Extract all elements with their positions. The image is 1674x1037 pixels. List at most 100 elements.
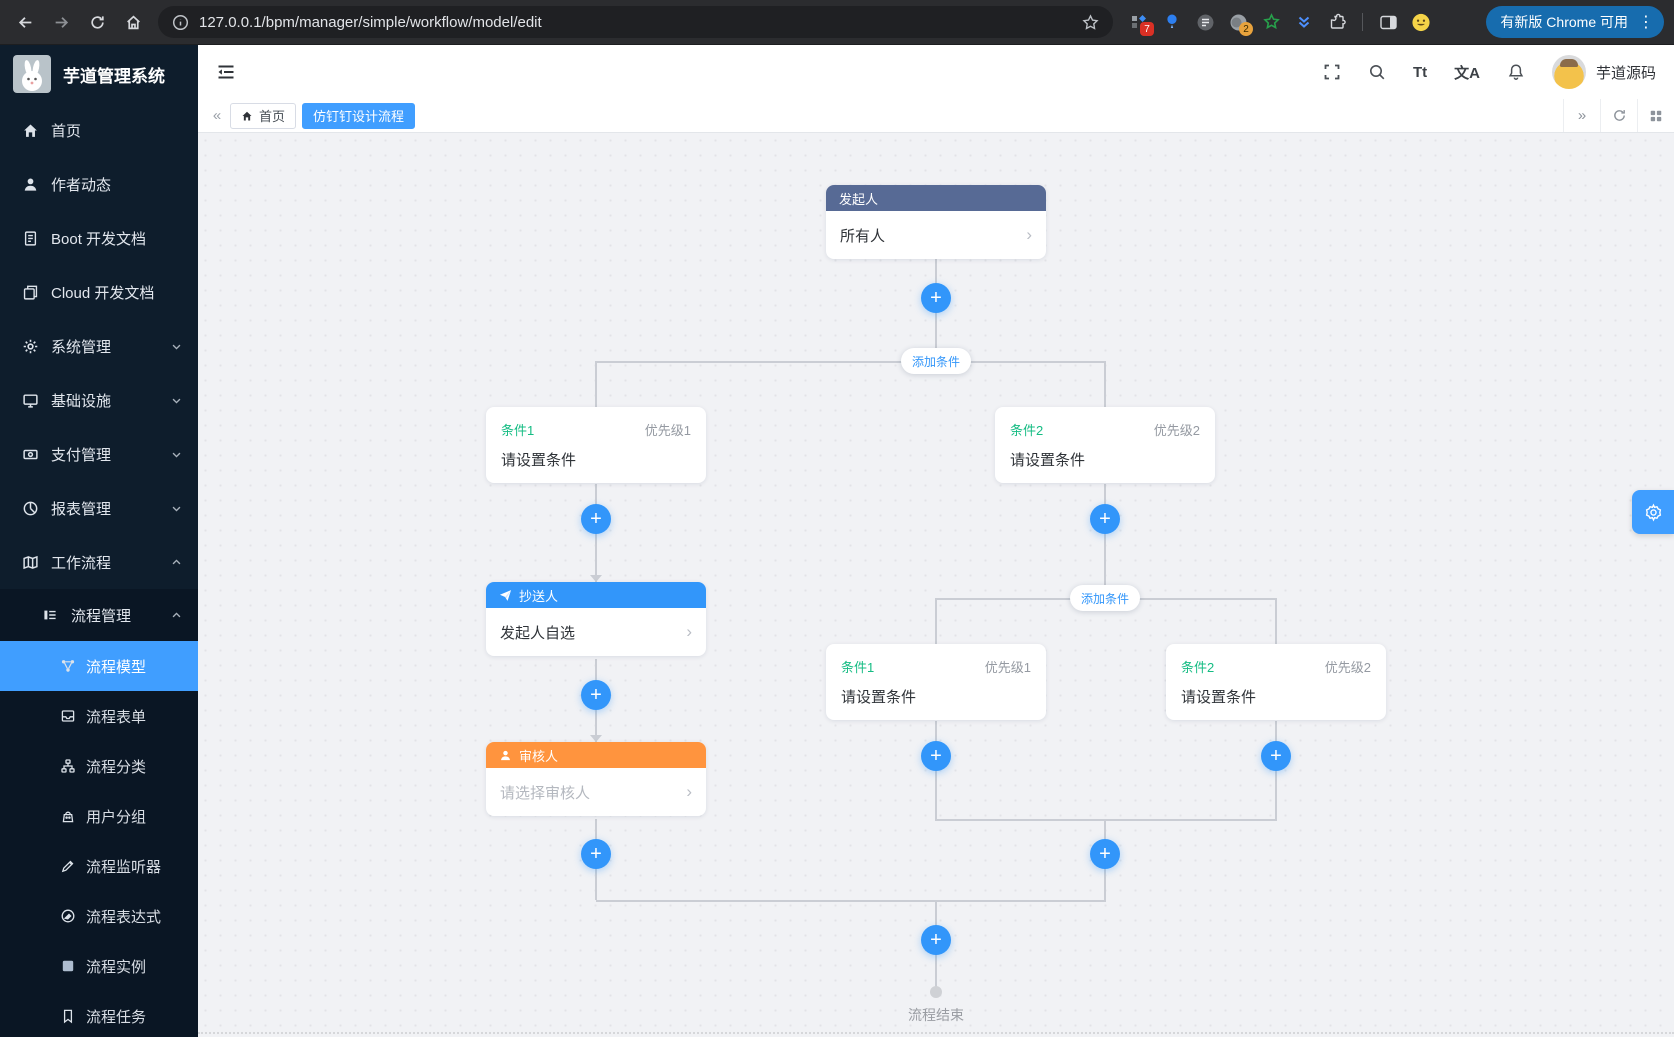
cc-node[interactable]: 抄送人 发起人自选 › xyxy=(486,582,706,656)
condition-priority: 优先级1 xyxy=(985,657,1031,676)
app-logo-row[interactable]: 芋道管理系统 xyxy=(0,45,198,103)
sidebar-item-process-instance[interactable]: 流程实例 xyxy=(0,941,198,991)
condition-content: 请设置条件 xyxy=(501,449,691,470)
add-node-button[interactable]: + xyxy=(1090,839,1120,869)
sidebar-item-home[interactable]: 首页 xyxy=(0,103,198,157)
condition-priority: 优先级2 xyxy=(1154,420,1200,439)
sidebar-item-process-category[interactable]: 流程分类 xyxy=(0,741,198,791)
tab-workflow-designer[interactable]: 仿钉钉设计流程 xyxy=(302,103,415,129)
chart-pie-icon xyxy=(22,500,39,517)
list-icon xyxy=(42,607,59,624)
browser-back-icon[interactable] xyxy=(8,5,42,39)
sidebar-item-payment[interactable]: 支付管理 xyxy=(0,427,198,481)
extension-icon-star[interactable] xyxy=(1261,12,1281,32)
app-logo xyxy=(13,55,51,93)
sidebar-item-user-group[interactable]: 用户分组 xyxy=(0,791,198,841)
extensions-puzzle-icon[interactable] xyxy=(1327,12,1347,32)
profile-avatar-icon[interactable] xyxy=(1411,12,1431,32)
extension-icon-balloon[interactable] xyxy=(1162,12,1182,32)
username: 芋道源码 xyxy=(1596,62,1656,83)
sidebar-item-process-task[interactable]: 流程任务 xyxy=(0,991,198,1037)
sidebar-item-process-model[interactable]: 流程模型 xyxy=(0,641,198,691)
tabs-scroll-left-icon[interactable]: « xyxy=(204,107,230,124)
extension-icon-1[interactable]: 7 xyxy=(1129,12,1149,32)
side-panel-icon[interactable] xyxy=(1378,12,1398,32)
condition-node-2[interactable]: 条件2 优先级2 请设置条件 xyxy=(995,407,1215,483)
browser-refresh-icon[interactable] xyxy=(80,5,114,39)
extension-icon-chevrons[interactable] xyxy=(1294,12,1314,32)
bookmark-star-icon[interactable] xyxy=(1082,14,1099,31)
end-node-label: 流程结束 xyxy=(836,1005,1036,1025)
add-node-button[interactable]: + xyxy=(581,680,611,710)
sidebar-item-boot-docs[interactable]: Boot 开发文档 xyxy=(0,211,198,265)
user-icon xyxy=(499,749,512,762)
sidebar-item-process-form[interactable]: 流程表单 xyxy=(0,691,198,741)
documents-icon xyxy=(22,284,39,301)
add-condition-button[interactable]: 添加条件 xyxy=(1070,585,1140,611)
app-header: Tt 文A 芋道源码 xyxy=(198,45,1674,99)
approver-node[interactable]: 审核人 请选择审核人 › xyxy=(486,742,706,816)
sidebar-item-report[interactable]: 报表管理 xyxy=(0,481,198,535)
tabs-scroll-right-icon[interactable]: » xyxy=(1563,99,1600,132)
payment-icon xyxy=(22,446,39,463)
extension-icon-2[interactable]: 2 xyxy=(1228,12,1248,32)
site-info-icon[interactable] xyxy=(172,14,189,31)
language-icon[interactable]: 文A xyxy=(1454,62,1480,83)
connector-line xyxy=(595,361,597,407)
start-node-content: 所有人 xyxy=(840,225,885,246)
sidebar-item-infra[interactable]: 基础设施 xyxy=(0,373,198,427)
chevron-down-icon xyxy=(171,503,182,514)
tab-home[interactable]: 首页 xyxy=(230,103,296,129)
font-size-icon[interactable]: Tt xyxy=(1413,64,1427,81)
chevron-right-icon: › xyxy=(686,622,692,642)
browser-home-icon[interactable] xyxy=(116,5,150,39)
refresh-page-icon[interactable] xyxy=(1600,99,1637,132)
nested-condition-node-1[interactable]: 条件1 优先级1 请设置条件 xyxy=(826,644,1046,720)
user-menu[interactable]: 芋道源码 xyxy=(1552,55,1656,89)
browser-menu-kebab-icon[interactable]: ⋮ xyxy=(1638,12,1654,32)
add-condition-button[interactable]: 添加条件 xyxy=(901,348,971,374)
branch-merge-line xyxy=(935,819,1277,821)
canvas-settings-button[interactable] xyxy=(1632,490,1674,534)
condition-content: 请设置条件 xyxy=(1181,686,1371,707)
add-node-button[interactable]: + xyxy=(921,741,951,771)
condition-node-1[interactable]: 条件1 优先级1 请设置条件 xyxy=(486,407,706,483)
add-node-button[interactable]: + xyxy=(1090,504,1120,534)
extension-badge: 7 xyxy=(1140,22,1154,36)
add-node-button[interactable]: + xyxy=(1261,741,1291,771)
sidebar-item-process-mgmt[interactable]: 流程管理 xyxy=(0,589,198,641)
add-node-button[interactable]: + xyxy=(921,925,951,955)
condition-content: 请设置条件 xyxy=(841,686,1031,707)
browser-chrome: 127.0.0.1/bpm/manager/simple/workflow/mo… xyxy=(0,0,1674,45)
layout-grid-icon[interactable] xyxy=(1637,99,1674,132)
browser-extensions-area: 7 2 xyxy=(1129,12,1431,32)
start-node[interactable]: 发起人 所有人 › xyxy=(826,185,1046,259)
chrome-update-button[interactable]: 有新版 Chrome 可用 ⋮ xyxy=(1486,6,1664,38)
sidebar-item-process-expression[interactable]: 流程表达式 xyxy=(0,891,198,941)
connector-line xyxy=(1275,598,1277,644)
branch-merge-line xyxy=(596,900,1106,902)
sidebar-item-process-listener[interactable]: 流程监听器 xyxy=(0,841,198,891)
add-node-button[interactable]: + xyxy=(921,283,951,313)
sidebar-item-cloud-docs[interactable]: Cloud 开发文档 xyxy=(0,265,198,319)
extension-icon-dark[interactable] xyxy=(1195,12,1215,32)
browser-url-bar[interactable]: 127.0.0.1/bpm/manager/simple/workflow/mo… xyxy=(158,6,1113,38)
sidebar-item-author[interactable]: 作者动态 xyxy=(0,157,198,211)
monitor-icon xyxy=(22,392,39,409)
chevron-right-icon: › xyxy=(1026,225,1032,245)
notification-bell-icon[interactable] xyxy=(1507,63,1525,81)
workflow-canvas[interactable]: 发起人 所有人 › + 添加条件 条件1 优先级1 请设置条件 xyxy=(198,133,1674,1037)
sidebar-item-workflow[interactable]: 工作流程 xyxy=(0,535,198,589)
fullscreen-icon[interactable] xyxy=(1323,63,1341,81)
add-node-button[interactable]: + xyxy=(581,839,611,869)
pen-icon xyxy=(60,858,76,874)
nested-condition-node-2[interactable]: 条件2 优先级2 请设置条件 xyxy=(1166,644,1386,720)
add-node-button[interactable]: + xyxy=(581,504,611,534)
bookmark-icon xyxy=(60,1008,76,1024)
search-icon[interactable] xyxy=(1368,63,1386,81)
collapse-sidebar-icon[interactable] xyxy=(216,62,236,82)
browser-forward-icon[interactable] xyxy=(44,5,78,39)
sidebar-item-system[interactable]: 系统管理 xyxy=(0,319,198,373)
user-group-icon xyxy=(60,808,76,824)
url-text[interactable]: 127.0.0.1/bpm/manager/simple/workflow/mo… xyxy=(199,14,1072,31)
